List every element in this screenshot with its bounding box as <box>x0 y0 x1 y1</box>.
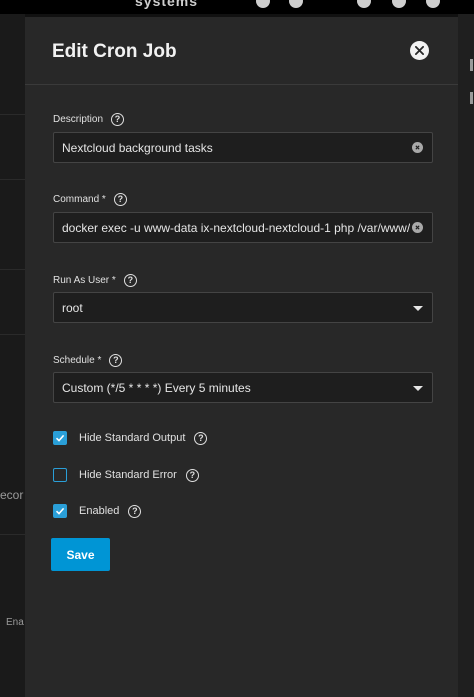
schedule-value: Custom (*/5 * * * *) Every 5 minutes <box>62 381 251 395</box>
panel-header: Edit Cron Job <box>25 17 458 85</box>
description-input[interactable]: Nextcloud background tasks <box>53 132 433 163</box>
top-bar: systems <box>0 0 474 14</box>
background-mark <box>470 92 473 104</box>
user-icon[interactable] <box>256 0 270 8</box>
page-title: Edit Cron Job <box>52 41 177 62</box>
hide-standard-output-checkbox[interactable] <box>53 431 67 445</box>
help-icon[interactable]: ? <box>109 354 123 367</box>
help-icon[interactable]: ? <box>113 193 127 206</box>
background-mark <box>470 59 473 71</box>
help-icon[interactable]: ? <box>194 431 208 445</box>
schedule-label-text: Schedule * <box>53 355 102 366</box>
help-icon[interactable]: ? <box>185 468 199 482</box>
help-icon[interactable]: ? <box>128 504 142 518</box>
close-icon <box>415 46 424 55</box>
checkmark-icon <box>55 434 65 442</box>
close-button[interactable] <box>410 41 429 60</box>
divider <box>0 534 25 535</box>
schedule-label: Schedule * ? <box>53 354 123 367</box>
hide-standard-output-row[interactable]: Hide Standard Output ? <box>53 431 208 445</box>
hide-standard-error-row[interactable]: Hide Standard Error ? <box>53 468 199 482</box>
clear-icon[interactable] <box>412 222 423 233</box>
apps-icon[interactable] <box>289 0 303 8</box>
command-input[interactable]: docker exec -u www-data ix-nextcloud-nex… <box>53 212 433 243</box>
power-icon[interactable] <box>426 0 440 8</box>
background-text-fragment: Ena <box>6 617 24 628</box>
divider <box>0 179 25 180</box>
enabled-label: Enabled <box>79 505 120 517</box>
background-text-fragment: ecor <box>0 488 24 502</box>
background-right-strip <box>458 14 474 697</box>
tasks-icon[interactable] <box>357 0 371 8</box>
run-as-user-label-text: Run As User * <box>53 275 116 286</box>
enabled-checkbox[interactable] <box>53 504 67 518</box>
description-label-text: Description <box>53 114 104 125</box>
hide-standard-error-checkbox[interactable] <box>53 468 67 482</box>
settings-icon[interactable] <box>392 0 406 8</box>
divider <box>0 269 25 270</box>
chevron-down-icon[interactable] <box>413 306 423 311</box>
chevron-down-icon[interactable] <box>413 386 423 391</box>
help-icon[interactable]: ? <box>111 113 125 126</box>
hide-standard-error-label: Hide Standard Error <box>79 469 177 481</box>
save-button[interactable]: Save <box>51 538 110 571</box>
enabled-row[interactable]: Enabled ? <box>53 504 142 518</box>
description-label: Description ? <box>53 113 125 126</box>
hide-standard-output-label: Hide Standard Output <box>79 432 186 444</box>
description-value: Nextcloud background tasks <box>62 141 213 155</box>
background-list: ecor Ena <box>0 14 25 697</box>
command-value: docker exec -u www-data ix-nextcloud-nex… <box>62 221 432 235</box>
divider <box>0 114 25 115</box>
checkmark-icon <box>55 507 65 515</box>
run-as-user-label: Run As User * ? <box>53 274 137 287</box>
schedule-select[interactable]: Custom (*/5 * * * *) Every 5 minutes <box>53 372 433 403</box>
clear-icon[interactable] <box>412 142 423 153</box>
help-icon[interactable]: ? <box>123 274 137 287</box>
run-as-user-select[interactable]: root <box>53 292 433 323</box>
run-as-user-value: root <box>62 301 83 315</box>
divider <box>0 334 25 335</box>
edit-cron-job-panel: Edit Cron Job Description ? Nextcloud ba… <box>25 17 458 697</box>
brand-logo-text: systems <box>135 0 199 9</box>
command-label: Command * ? <box>53 193 127 206</box>
command-label-text: Command * <box>53 194 106 205</box>
